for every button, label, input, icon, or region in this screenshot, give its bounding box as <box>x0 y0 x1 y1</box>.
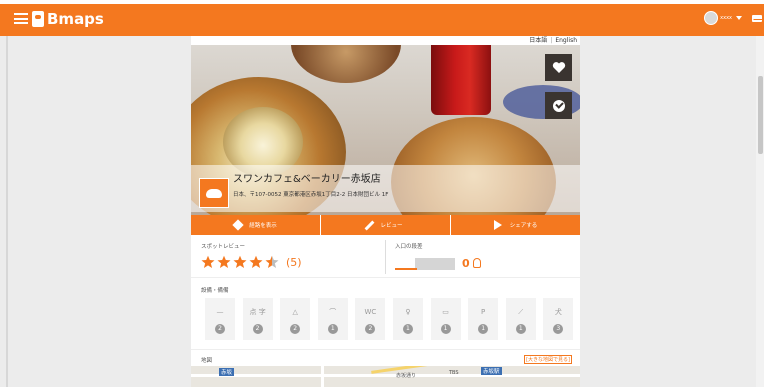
caret-down-icon <box>736 16 742 20</box>
heart-icon <box>552 62 565 73</box>
facility-count-badge: 3 <box>553 324 564 334</box>
map-place-label: 赤坂通り <box>396 373 417 379</box>
star-icon <box>201 255 215 268</box>
facility-count-badge: 2 <box>365 324 376 334</box>
facility-count-badge: 1 <box>515 324 526 334</box>
route-label: 経路を表示 <box>249 223 277 229</box>
braille-icon: 点 字 <box>249 308 266 316</box>
elevator-icon: ♀ <box>405 308 411 316</box>
facility-count-badge: 2 <box>252 324 263 334</box>
app-logo[interactable]: Bmaps <box>32 10 104 28</box>
facility-list: —2 点 字 2 △ 2 ⌒ 1 WC 2 ♀ 1 ▭ 1 P 1 ⟋ 1 犬 3 <box>205 298 580 340</box>
mail-icon[interactable] <box>752 15 762 22</box>
assist-dog-icon: 犬 <box>554 308 562 316</box>
action-bar: 経路を表示 レビュー シェアする <box>191 215 580 235</box>
facility-braille[interactable]: 点 字 2 <box>242 298 273 340</box>
language-switcher: 日本語 | English <box>529 37 577 44</box>
left-edge <box>6 36 8 387</box>
card-icon: ▭ <box>442 308 449 316</box>
map-station-label: 赤坂 <box>219 368 235 376</box>
map-place-label: TBS <box>449 370 459 376</box>
user-name: xxxx <box>720 15 732 21</box>
share-label: シェアする <box>509 223 538 229</box>
star-icon <box>233 255 247 268</box>
divider <box>191 349 580 350</box>
spot-review-heading: スポットレビュー <box>201 244 246 250</box>
rating-stars[interactable]: (5) <box>201 255 302 269</box>
star-icon <box>217 255 231 268</box>
open-large-map-link[interactable]: [大きな地図で見る] <box>524 355 572 364</box>
map-heading: 地図 <box>201 358 213 364</box>
parking-icon: P <box>481 308 486 316</box>
scrollbar-thumb[interactable] <box>758 76 763 154</box>
route-button[interactable]: 経路を表示 <box>191 215 321 235</box>
top-bar: Bmaps xxxx <box>0 0 764 36</box>
facilities-heading: 設備・備備 <box>201 288 229 294</box>
entrance-step-heading: 入口の段差 <box>395 244 423 250</box>
bag-logo-icon <box>32 11 44 27</box>
entrance-step-value: 0 <box>462 257 470 270</box>
checkin-button[interactable] <box>545 92 572 119</box>
scrollbar[interactable] <box>756 36 764 387</box>
facility-flat-floor[interactable]: —2 <box>205 298 235 340</box>
bakery-category-icon <box>199 178 229 208</box>
review-count[interactable]: (5) <box>286 256 302 269</box>
share-button[interactable]: シェアする <box>451 215 580 235</box>
facility-count-badge: 1 <box>327 324 338 334</box>
half-star-icon <box>265 255 279 268</box>
facility-wc[interactable]: WC 2 <box>355 298 386 340</box>
facility-count-badge: 1 <box>402 324 413 334</box>
facility-elevator[interactable]: ♀ 1 <box>392 298 423 340</box>
hamburger-menu-icon[interactable] <box>14 13 28 24</box>
bell-icon: △ <box>292 308 298 316</box>
share-icon <box>493 220 502 230</box>
facility-slope[interactable]: ⟋ 1 <box>505 298 536 340</box>
map-station-label: 赤坂駅 <box>481 367 502 375</box>
pencil-icon <box>365 220 375 230</box>
route-icon <box>232 219 244 231</box>
store-address: 日本、〒107-0052 東京都港区赤坂1丁目2-2 日本財団ビル 1F <box>233 192 389 198</box>
spot-detail-panel: 日本語 | English スワンカフェ&ベーカリー赤坂店 日本、〒107-0052… <box>191 36 580 387</box>
facility-wheelchair-seat[interactable]: ⌒ 1 <box>317 298 348 340</box>
step-unit-icon <box>473 258 481 268</box>
facility-parking[interactable]: P1 <box>468 298 499 340</box>
lang-english-link[interactable]: English <box>555 37 577 44</box>
facility-count-badge: 2 <box>215 324 225 334</box>
facility-count-badge: 1 <box>478 324 489 334</box>
user-menu[interactable]: xxxx <box>704 11 742 25</box>
review-button[interactable]: レビュー <box>321 215 451 235</box>
check-icon <box>552 99 565 112</box>
facility-assist-dog[interactable]: 犬3 <box>543 298 574 340</box>
facility-bell[interactable]: △ 2 <box>280 298 311 340</box>
entrance-step-graphic <box>395 258 455 270</box>
facility-count-badge: 1 <box>440 324 451 334</box>
favorite-button[interactable] <box>545 54 572 81</box>
app-name: Bmaps <box>47 10 104 28</box>
divider <box>385 240 386 274</box>
divider <box>191 277 580 278</box>
flat-floor-icon: — <box>216 308 224 316</box>
review-label: レビュー <box>380 223 403 229</box>
facility-card[interactable]: ▭ 1 <box>430 298 461 340</box>
avatar <box>704 11 719 25</box>
lang-japanese-link[interactable]: 日本語 <box>529 37 547 44</box>
map-view[interactable]: 赤坂 赤坂駅 赤坂通り TBS <box>191 366 580 387</box>
facility-count-badge: 2 <box>290 324 301 334</box>
wc-icon: WC <box>364 308 377 316</box>
wheelchair-seat-icon: ⌒ <box>329 308 337 316</box>
store-name: スワンカフェ&ベーカリー赤坂店 <box>233 174 381 185</box>
star-icon <box>249 255 263 268</box>
slope-icon: ⟋ <box>518 308 524 316</box>
